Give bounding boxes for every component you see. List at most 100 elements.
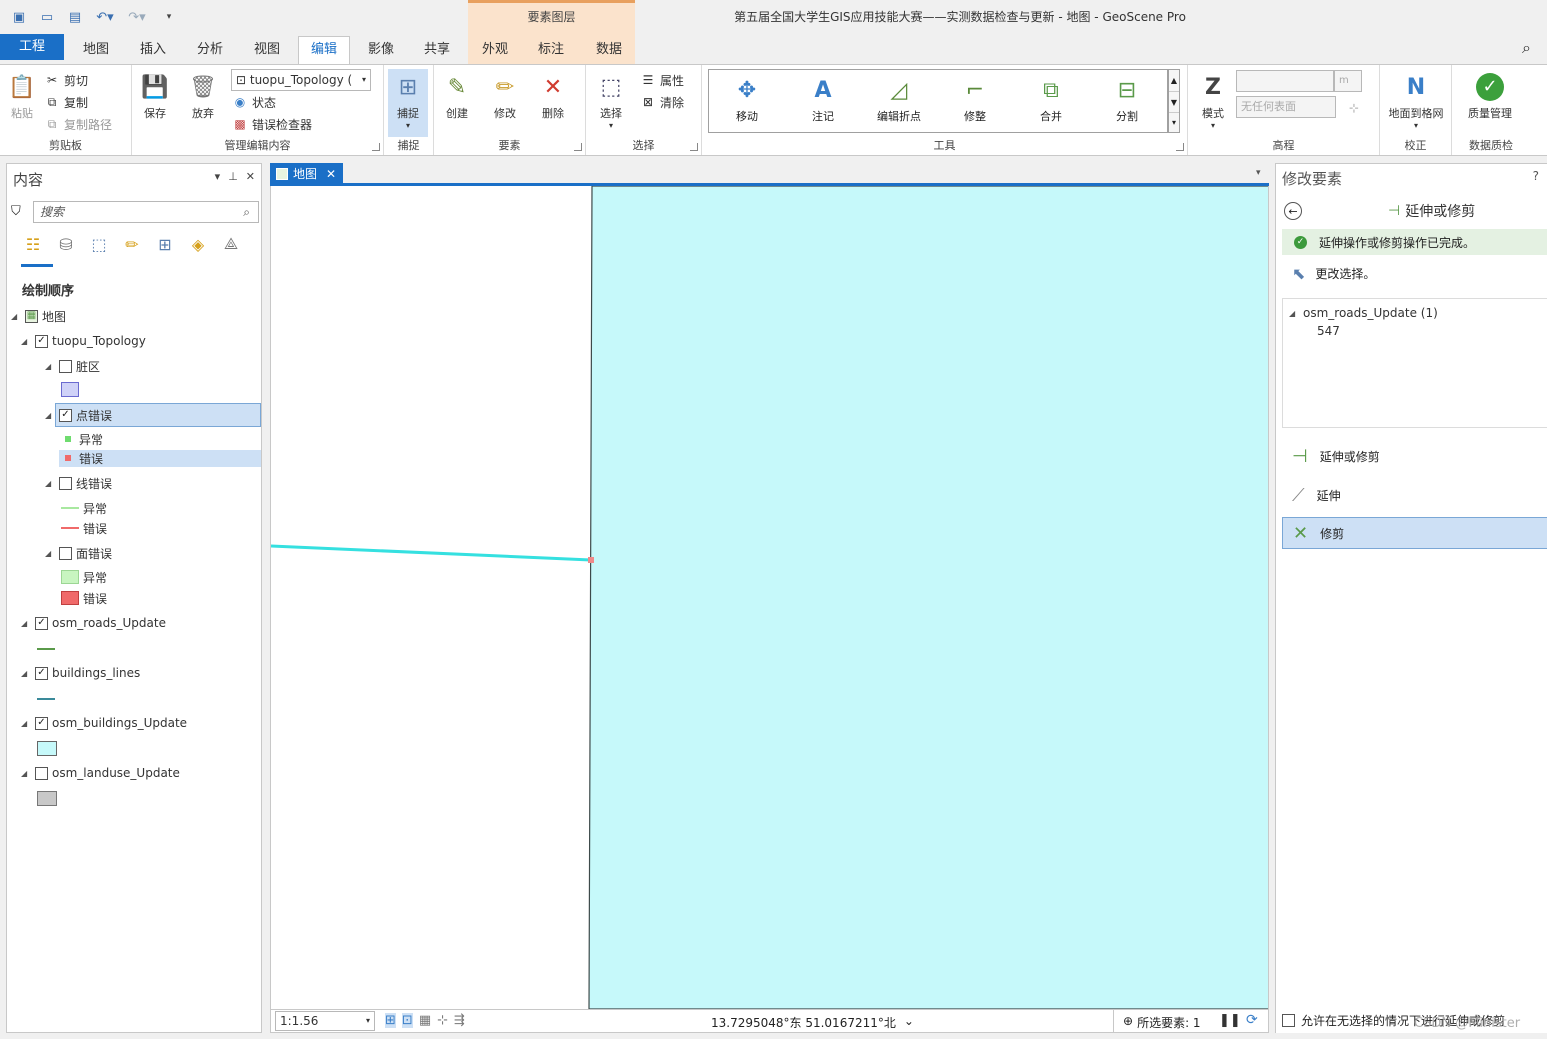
pin-icon[interactable]: ⊥ [228, 170, 238, 183]
visibility-checkbox[interactable]: ✓ [59, 408, 72, 422]
gallery-scroll[interactable]: ▲ ▼ ▾ [1168, 69, 1180, 133]
tab-view[interactable]: 视图 [244, 40, 290, 64]
reshape-tool[interactable]: ⌐ 修整 [945, 74, 1005, 128]
elevation-unit-dropdown[interactable]: m [1334, 70, 1362, 92]
pane-options-icon[interactable]: ▾ [215, 170, 221, 183]
tree-point-exception[interactable]: 异常 [61, 429, 103, 449]
editing-list-icon[interactable]: ✏ [120, 232, 144, 256]
visibility-checkbox[interactable] [35, 766, 48, 780]
tab-analysis[interactable]: 分析 [186, 40, 234, 64]
constraints-icon[interactable]: ⊹ [437, 1013, 448, 1028]
customize-toolbar-icon[interactable]: ▾ [160, 8, 178, 26]
delete-button[interactable]: ✕ 删除 [530, 69, 576, 131]
save-edits-button[interactable]: 💾 保存 [132, 69, 178, 131]
tree-point-error[interactable]: 错误 [61, 448, 103, 468]
quality-management-button[interactable]: ✓ 质量管理 [1460, 69, 1520, 131]
save-project-icon[interactable]: ▤ [66, 8, 84, 26]
grid-icon[interactable]: ▦ [419, 1013, 431, 1028]
selection-launcher-icon[interactable] [690, 143, 698, 151]
elevation-surface-dropdown[interactable]: 无任何表面 [1236, 96, 1336, 118]
cut-button[interactable]: ✂ 剪切 [44, 70, 88, 90]
tree-dirty-areas[interactable]: ◢ 脏区 [45, 356, 100, 376]
tree-map[interactable]: ◢ ▦ 地图 [11, 306, 66, 326]
close-icon[interactable]: ✕ [326, 167, 336, 181]
selection-layer-row[interactable]: ◢ osm_roads_Update (1) [1289, 303, 1438, 323]
allow-without-selection-checkbox[interactable] [1282, 1014, 1295, 1027]
collapse-icon[interactable]: ◢ [45, 479, 55, 488]
gallery-expand-icon[interactable]: ▾ [1169, 112, 1179, 132]
visibility-checkbox[interactable] [59, 546, 72, 560]
copy-path-button[interactable]: ⧉ 复制路径 [44, 114, 112, 134]
option-extend[interactable]: ⟋ 延伸 [1282, 479, 1547, 511]
tab-map[interactable]: 地图 [72, 40, 120, 64]
drawing-order-icon[interactable]: ☷ [21, 232, 45, 256]
coordinate-readout[interactable]: 13.7295048°东 51.0167211°北 ⌄ [711, 1014, 914, 1031]
visibility-checkbox[interactable]: ✓ [35, 666, 48, 680]
tree-line-error[interactable]: 错误 [61, 518, 107, 538]
tab-labeling[interactable]: 标注 [528, 40, 574, 64]
collapse-icon[interactable]: ◢ [11, 312, 21, 321]
roads-symbol[interactable] [37, 648, 55, 650]
trimmed-road-line[interactable] [271, 544, 592, 562]
perspective-imagery-icon[interactable]: ⟁ [219, 232, 243, 256]
tree-topology[interactable]: ◢ ✓ tuopu_Topology [21, 331, 146, 351]
status-button[interactable]: ◉ 状态 [232, 92, 276, 112]
annotation-tool[interactable]: A 注记 [793, 74, 853, 128]
tree-layer-landuse[interactable]: ◢ osm_landuse_Update [21, 763, 180, 783]
buildings-lines-symbol[interactable] [37, 698, 55, 700]
visibility-checkbox[interactable]: ✓ [35, 716, 48, 730]
new-project-icon[interactable]: ▣ [10, 8, 28, 26]
collapse-icon[interactable]: ◢ [1289, 309, 1299, 318]
labeling-list-icon[interactable]: ◈ [186, 232, 210, 256]
tree-layer-buildings-lines[interactable]: ◢ ✓ buildings_lines [21, 663, 140, 683]
selection-list-icon[interactable]: ⬚ [87, 232, 111, 256]
paste-button[interactable]: 📋 粘贴 [2, 69, 42, 131]
collapse-icon[interactable]: ◢ [21, 719, 31, 728]
elevation-value-input[interactable] [1236, 70, 1334, 92]
collapse-icon[interactable]: ◢ [45, 362, 55, 371]
selection-feature-row[interactable]: 547 [1317, 321, 1340, 341]
move-tool[interactable]: ✥ 移动 [717, 74, 777, 128]
tree-polygon-errors[interactable]: ◢ 面错误 [45, 543, 112, 563]
snapping-list-icon[interactable]: ⊞ [153, 232, 177, 256]
snapping-toggle-icon[interactable]: ⊞ [385, 1013, 396, 1028]
ground-to-grid-button[interactable]: N 地面到格网 ▾ [1384, 69, 1448, 131]
buildings-symbol[interactable] [37, 741, 57, 756]
snapping-button[interactable]: ⊞ 捕捉 ▾ [388, 69, 428, 137]
tree-layer-roads[interactable]: ◢ ✓ osm_roads_Update [21, 613, 166, 633]
edit-vertices-tool[interactable]: ◿ 编辑折点 [869, 74, 929, 128]
discard-edits-button[interactable]: 🗑 放弃 [180, 69, 226, 131]
tree-point-errors[interactable]: ◢ ✓ 点错误 [45, 405, 112, 425]
scroll-down-icon[interactable]: ▼ [1169, 91, 1179, 112]
open-project-icon[interactable]: ▭ [38, 8, 56, 26]
visibility-checkbox[interactable]: ✓ [35, 334, 48, 348]
tree-layer-buildings[interactable]: ◢ ✓ osm_buildings_Update [21, 713, 187, 733]
road-endpoint-marker[interactable] [588, 557, 594, 563]
map-canvas[interactable] [270, 186, 1269, 1009]
back-arrow-icon[interactable]: ← [1284, 202, 1302, 220]
tab-share[interactable]: 共享 [414, 40, 460, 64]
pause-drawing-icon[interactable]: ❚❚ [1219, 1013, 1241, 1028]
visibility-checkbox[interactable]: ✓ [35, 616, 48, 630]
collapse-icon[interactable]: ◢ [45, 411, 55, 420]
features-launcher-icon[interactable] [574, 143, 582, 151]
clear-selection-button[interactable]: ⊠ 清除 [640, 92, 684, 112]
contents-search-input[interactable]: 搜索 ⌕ [33, 201, 259, 223]
tab-project[interactable]: 工程 [0, 34, 64, 60]
filter-icon[interactable]: ⛉ [11, 204, 25, 220]
tab-appearance[interactable]: 外观 [472, 40, 518, 64]
copy-button[interactable]: ⧉ 复制 [44, 92, 88, 112]
close-icon[interactable]: ✕ [246, 170, 255, 183]
modify-button[interactable]: ✏ 修改 [482, 69, 528, 131]
chevron-down-icon[interactable]: ▾ [1256, 168, 1261, 178]
tools-launcher-icon[interactable] [1176, 143, 1184, 151]
select-button[interactable]: ⬚ 选择 ▾ [588, 69, 634, 131]
change-selection-button[interactable]: ⬉ 更改选择。 [1292, 264, 1375, 283]
visibility-checkbox[interactable] [59, 476, 72, 490]
help-icon[interactable]: ? [1533, 169, 1539, 183]
option-trim[interactable]: ✕ 修剪 [1282, 517, 1547, 549]
tab-insert[interactable]: 插入 [130, 40, 176, 64]
elevation-pick-button[interactable]: ⊹ [1346, 98, 1362, 118]
merge-tool[interactable]: ⧉ 合并 [1021, 74, 1081, 128]
selected-features-count[interactable]: ⊕ 所选要素: 1 [1123, 1014, 1201, 1031]
